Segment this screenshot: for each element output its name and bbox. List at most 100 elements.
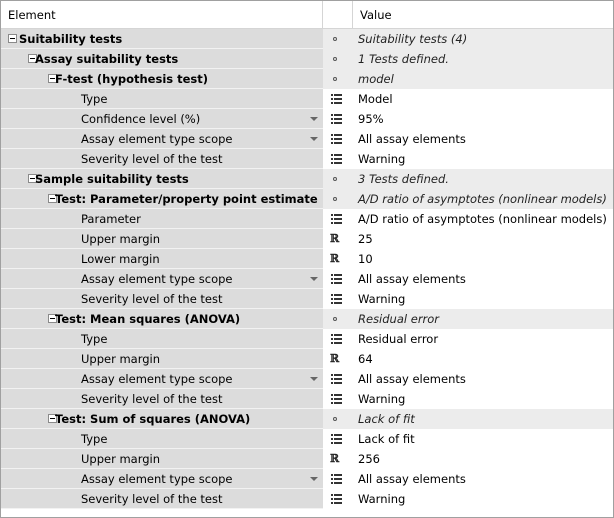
element-label: Upper margin [81,452,161,466]
element-cell[interactable]: Sample suitability tests [1,169,323,189]
value-cell[interactable]: Warning [353,489,613,509]
type-icon-cell [323,109,353,129]
dropdown-arrow-icon[interactable] [310,277,318,281]
dot-icon [333,57,337,61]
property-row[interactable]: Confidence level (%) 95% [1,109,613,129]
tree-group-row[interactable]: Suitability tests Suitability tests (4) [1,29,613,49]
value-cell: 1 Tests defined. [353,49,613,69]
list-icon [331,214,342,224]
grid-header: Element Value [1,1,613,29]
property-row[interactable]: Lower margin ℝ 10 [1,249,613,269]
value-cell[interactable]: 10 [353,249,613,269]
value-cell[interactable]: Model [353,89,613,109]
list-icon [331,434,342,444]
element-cell[interactable]: Assay element type scope [1,129,323,149]
dropdown-arrow-icon[interactable] [310,477,318,481]
value-cell[interactable]: Warning [353,389,613,409]
element-label: Upper margin [81,352,161,366]
property-row[interactable]: Severity level of the test Warning [1,289,613,309]
dropdown-arrow-icon[interactable] [310,137,318,141]
list-icon [331,394,342,404]
element-cell[interactable]: F-test (hypothesis test) [1,69,323,89]
value-cell[interactable]: Residual error [353,329,613,349]
element-label: Assay suitability tests [35,52,179,66]
element-label: Severity level of the test [81,492,223,506]
tree-group-row[interactable]: Test: Mean squares (ANOVA) Residual error [1,309,613,329]
element-cell[interactable]: Severity level of the test [1,389,323,409]
tree-group-row[interactable]: Test: Parameter/property point estimate A… [1,189,613,209]
value-cell[interactable]: All assay elements [353,469,613,489]
property-row[interactable]: Upper margin ℝ 256 [1,449,613,469]
tree-group-row[interactable]: Sample suitability tests 3 Tests defined. [1,169,613,189]
property-row[interactable]: Severity level of the test Warning [1,149,613,169]
element-cell[interactable]: Assay element type scope [1,369,323,389]
value-cell[interactable]: A/D ratio of asymptotes (nonlinear model… [353,209,613,229]
list-icon [331,474,342,484]
element-cell[interactable]: Upper margin [1,349,323,369]
element-cell[interactable]: Parameter [1,209,323,229]
dot-icon [333,417,337,421]
column-header-icon [323,1,353,28]
element-label: Test: Parameter/property point estimate [55,192,318,206]
tree-group-row[interactable]: F-test (hypothesis test) model [1,69,613,89]
property-row[interactable]: Assay element type scope All assay elemen… [1,269,613,289]
value-cell[interactable]: 25 [353,229,613,249]
element-cell[interactable]: Test: Mean squares (ANOVA) [1,309,323,329]
property-row[interactable]: Assay element type scope All assay elemen… [1,129,613,149]
property-row[interactable]: Type Model [1,89,613,109]
value-cell[interactable]: Lack of fit [353,429,613,449]
property-row[interactable]: Assay element type scope All assay elemen… [1,469,613,489]
value-cell[interactable]: Warning [353,149,613,169]
element-cell[interactable]: Severity level of the test [1,289,323,309]
property-row[interactable]: Upper margin ℝ 64 [1,349,613,369]
column-header-element[interactable]: Element [1,1,323,28]
list-icon [331,334,342,344]
element-cell[interactable]: Test: Parameter/property point estimate [1,189,323,209]
property-row[interactable]: Type Lack of fit [1,429,613,449]
dropdown-arrow-icon[interactable] [310,377,318,381]
value-cell[interactable]: All assay elements [353,369,613,389]
value-cell[interactable]: 64 [353,349,613,369]
type-icon-cell: ℝ [323,229,353,249]
property-row[interactable]: Assay element type scope All assay elemen… [1,369,613,389]
element-cell[interactable]: Assay element type scope [1,269,323,289]
tree-group-row[interactable]: Assay suitability tests 1 Tests defined. [1,49,613,69]
type-icon-cell [323,29,353,49]
list-icon [331,294,342,304]
property-row[interactable]: Type Residual error [1,329,613,349]
property-row[interactable]: Parameter A/D ratio of asymptotes (nonlin… [1,209,613,229]
element-cell[interactable]: Type [1,429,323,449]
element-cell[interactable]: Severity level of the test [1,149,323,169]
element-cell[interactable]: Assay suitability tests [1,49,323,69]
value-cell[interactable]: All assay elements [353,269,613,289]
list-icon [331,94,342,104]
real-number-icon: ℝ [330,452,339,465]
element-cell[interactable]: Upper margin [1,229,323,249]
property-row[interactable]: Severity level of the test Warning [1,489,613,509]
column-header-value[interactable]: Value [353,1,613,28]
collapse-toggle-icon[interactable] [8,34,17,43]
dropdown-arrow-icon[interactable] [310,117,318,121]
tree-group-row[interactable]: Test: Sum of squares (ANOVA) Lack of fit [1,409,613,429]
element-cell[interactable]: Type [1,89,323,109]
element-cell[interactable]: Test: Sum of squares (ANOVA) [1,409,323,429]
element-cell[interactable]: Suitability tests [1,29,323,49]
element-label: Assay element type scope [81,472,233,486]
value-cell[interactable]: Warning [353,289,613,309]
element-cell[interactable]: Upper margin [1,449,323,469]
element-label: Severity level of the test [81,152,223,166]
element-cell[interactable]: Type [1,329,323,349]
element-cell[interactable]: Assay element type scope [1,469,323,489]
value-cell[interactable]: 256 [353,449,613,469]
type-icon-cell [323,329,353,349]
property-row[interactable]: Upper margin ℝ 25 [1,229,613,249]
element-cell[interactable]: Lower margin [1,249,323,269]
dot-icon [333,37,337,41]
value-cell[interactable]: All assay elements [353,129,613,149]
property-grid: Element Value Suitability tests Suitabili… [0,0,614,518]
element-cell[interactable]: Confidence level (%) [1,109,323,129]
value-cell[interactable]: 95% [353,109,613,129]
element-cell[interactable]: Severity level of the test [1,489,323,509]
value-cell: Lack of fit [353,409,613,429]
property-row[interactable]: Severity level of the test Warning [1,389,613,409]
